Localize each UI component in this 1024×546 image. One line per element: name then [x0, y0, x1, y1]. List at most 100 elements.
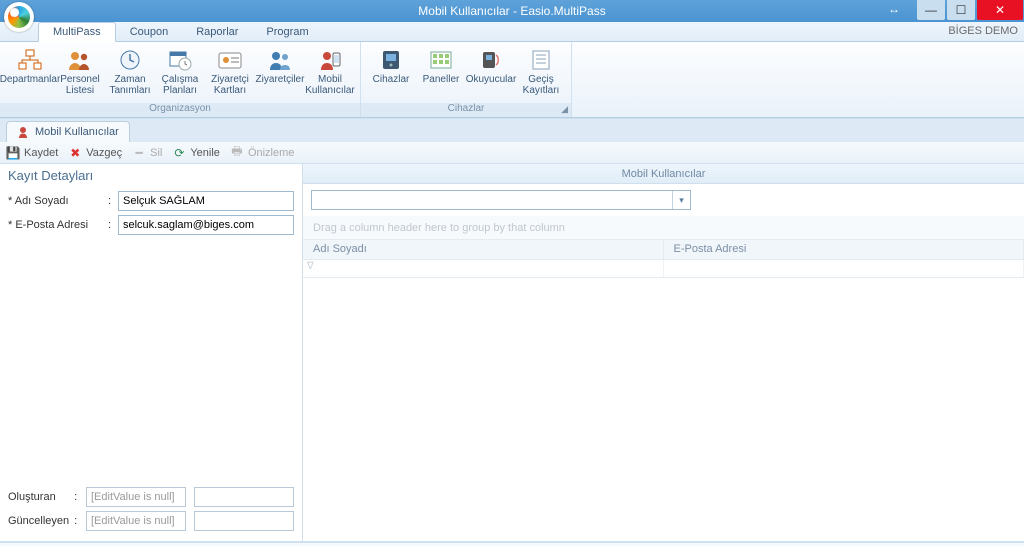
clock-icon — [116, 48, 144, 72]
rib-paneller[interactable]: Paneller — [417, 46, 465, 87]
mobile-user-icon — [316, 48, 344, 72]
input-email[interactable] — [118, 215, 294, 235]
record-toolbar: 💾 Kaydet ✖ Vazgeç ━ Sil ⟳ Yenile 🖶Önizleme — [0, 142, 1024, 164]
calendar-clock-icon — [166, 48, 194, 72]
label-updatedby: Güncelleyen — [8, 515, 70, 527]
org-chart-icon — [16, 48, 44, 72]
status-bar: 👤 Sistem Yöneticisi (supervisor) ▾ 🎨 Tem… — [0, 542, 1024, 546]
minimize-button[interactable]: — — [917, 0, 945, 20]
rib-label: Mobil Kullanıcılar — [305, 74, 354, 96]
save-button[interactable]: 💾 Kaydet — [6, 146, 58, 160]
doc-tab-label: Mobil Kullanıcılar — [35, 126, 119, 138]
records-icon — [527, 48, 555, 72]
row-createdby: Oluşturan : — [8, 485, 294, 509]
grid-columns: Adı Soyadı E-Posta Adresi — [303, 240, 1024, 260]
input-createdby — [86, 487, 186, 507]
input-createdat — [194, 487, 294, 507]
rib-gecis-kayitlari[interactable]: Geçiş Kayıtları — [517, 46, 565, 98]
label-email: * E-Posta Adresi — [8, 219, 104, 231]
reader-icon — [477, 48, 505, 72]
rib-label: Departmanlar — [0, 74, 60, 85]
preview-icon: 🖶 — [230, 146, 244, 160]
cancel-label: Vazgeç — [86, 147, 122, 159]
input-name[interactable] — [118, 191, 294, 211]
grid-filter-row — [303, 260, 1024, 278]
row-updatedby: Güncelleyen : — [8, 509, 294, 533]
panels-icon — [427, 48, 455, 72]
device-icon — [377, 48, 405, 72]
refresh-label: Yenile — [190, 147, 220, 159]
rib-departmanlar[interactable]: Departmanlar — [6, 46, 54, 87]
rib-label: Zaman Tanımları — [109, 74, 150, 96]
delete-button[interactable]: ━ Sil — [132, 146, 162, 160]
rib-label: Okuyucular — [466, 74, 517, 85]
grid-body — [303, 278, 1024, 541]
window-title: Mobil Kullanıcılar - Easio.MultiPass — [418, 4, 605, 18]
col-name[interactable]: Adı Soyadı — [303, 240, 664, 259]
save-icon: 💾 — [6, 146, 20, 160]
menu-bar: MultiPass Coupon Raporlar Program BİGES … — [0, 22, 1024, 42]
record-details-pane: Kayıt Detayları * Adı Soyadı : * E-Posta… — [0, 164, 303, 541]
refresh-icon: ⟳ — [172, 146, 186, 160]
ribbon-group-cihazlar: Cihazlar Paneller Okuyucular Geçiş Kayıt… — [361, 42, 572, 117]
rib-ziyaretci-kartlari[interactable]: Ziyaretçi Kartları — [206, 46, 254, 98]
filter-cell-name[interactable] — [303, 260, 664, 277]
filter-cell-email[interactable] — [664, 260, 1024, 277]
row-name: * Adı Soyadı : — [0, 189, 302, 213]
document-tabs: Mobil Kullanıcılar — [0, 118, 1024, 142]
rib-zaman-tanimlari[interactable]: Zaman Tanımları — [106, 46, 154, 98]
menu-raporlar[interactable]: Raporlar — [182, 23, 252, 41]
input-updatedby — [86, 511, 186, 531]
rib-mobil-kullanicilar[interactable]: Mobil Kullanıcılar — [306, 46, 354, 98]
close-button[interactable]: ✕ — [977, 0, 1023, 20]
user-tab-icon — [17, 125, 31, 139]
menu-coupon[interactable]: Coupon — [116, 23, 183, 41]
visitors-icon — [266, 48, 294, 72]
id-card-icon — [216, 48, 244, 72]
window-titlebar: Mobil Kullanıcılar - Easio.MultiPass ↔ —… — [0, 0, 1024, 22]
rib-personel-listesi[interactable]: Personel Listesi — [56, 46, 104, 98]
ribbon-group-label: Organizasyon — [0, 103, 360, 117]
ribbon: Departmanlar Personel Listesi Zaman Tanı… — [0, 42, 1024, 118]
doc-tab-mobil-kullanicilar[interactable]: Mobil Kullanıcılar — [6, 121, 130, 142]
ribbon-group-organizasyon: Departmanlar Personel Listesi Zaman Tanı… — [0, 42, 361, 117]
dialog-launcher-icon[interactable]: ◢ — [561, 104, 568, 115]
maximize-button[interactable]: ☐ — [947, 0, 975, 20]
filter-combo[interactable]: ▾ — [311, 190, 691, 210]
app-logo-icon — [4, 2, 34, 32]
delete-icon: ━ — [132, 146, 146, 160]
group-by-hint[interactable]: Drag a column header here to group by th… — [303, 216, 1024, 240]
menu-multipass[interactable]: MultiPass — [38, 22, 116, 42]
refresh-button[interactable]: ⟳ Yenile — [172, 146, 220, 160]
chevron-down-icon: ▾ — [672, 191, 690, 209]
rib-label: Personel Listesi — [60, 74, 99, 96]
preview-button[interactable]: 🖶Önizleme — [230, 146, 294, 160]
input-updatedat — [194, 511, 294, 531]
grid-title: Mobil Kullanıcılar — [303, 164, 1024, 184]
rib-ziyaretciler[interactable]: Ziyaretçiler — [256, 46, 304, 87]
menu-program[interactable]: Program — [252, 23, 322, 41]
label-createdby: Oluşturan — [8, 491, 70, 503]
cancel-button[interactable]: ✖ Vazgeç — [68, 146, 122, 160]
people-icon — [66, 48, 94, 72]
window-restore-arrows-icon[interactable]: ↔ — [888, 2, 904, 16]
delete-label: Sil — [150, 147, 162, 159]
filter-row: ▾ — [303, 184, 1024, 216]
rib-label: Çalışma Planları — [162, 74, 199, 96]
section-title: Kayıt Detayları — [0, 164, 302, 189]
main-content: Kayıt Detayları * Adı Soyadı : * E-Posta… — [0, 164, 1024, 542]
rib-okuyucular[interactable]: Okuyucular — [467, 46, 515, 87]
col-email[interactable]: E-Posta Adresi — [664, 240, 1024, 259]
label-name: * Adı Soyadı — [8, 195, 104, 207]
window-controls: — ☐ ✕ — [916, 0, 1024, 22]
rib-label: Geçiş Kayıtları — [523, 74, 560, 96]
brand-label: BİGES DEMO — [948, 25, 1018, 37]
rib-label: Ziyaretçiler — [256, 74, 305, 85]
rib-cihazlar[interactable]: Cihazlar — [367, 46, 415, 87]
row-email: * E-Posta Adresi : — [0, 213, 302, 237]
save-label: Kaydet — [24, 147, 58, 159]
rib-label: Ziyaretçi Kartları — [211, 74, 249, 96]
cancel-icon: ✖ — [68, 146, 82, 160]
rib-calisma-planlari[interactable]: Çalışma Planları — [156, 46, 204, 98]
rib-label: Paneller — [423, 74, 460, 85]
